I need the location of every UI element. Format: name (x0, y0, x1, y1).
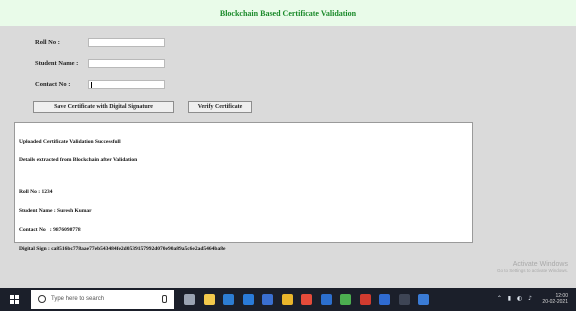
microphone-icon[interactable] (162, 295, 167, 303)
roll-no-field[interactable] (88, 38, 165, 47)
app-red2-icon[interactable] (359, 294, 371, 305)
window-header: Blockchain Based Certificate Validation (0, 0, 576, 26)
app-python-icon[interactable] (418, 294, 429, 305)
student-name-label: Student Name : (35, 60, 79, 67)
output-line: Uploaded Certificate Validation Successf… (19, 138, 121, 145)
clock-date: 20-02-2021 (542, 299, 568, 305)
text-cursor (91, 82, 92, 88)
output-line: Digital Sign : ca8516bc778aae77eb543484f… (19, 245, 226, 252)
app-title: Blockchain Based Certificate Validation (219, 9, 357, 18)
output-line: Details extracted from Blockchain after … (19, 157, 138, 164)
roll-no-label: Roll No : (35, 39, 60, 46)
contact-no-label: Contact No : (35, 81, 71, 88)
store-icon[interactable] (223, 294, 234, 305)
taskbar-search-box[interactable]: Type here to search (31, 290, 174, 309)
task-view-icon[interactable] (184, 294, 195, 305)
watermark-subtitle: Go to Settings to activate Windows. (496, 268, 568, 273)
file-explorer-icon[interactable] (203, 294, 215, 305)
output-line: Roll No : 1234 (19, 188, 53, 195)
contact-no-field[interactable] (88, 80, 165, 89)
output-line: Student Name : Suresh Kumar (19, 207, 92, 214)
student-name-field[interactable] (88, 59, 165, 68)
chrome-icon[interactable] (281, 294, 293, 305)
windows-start-icon[interactable] (10, 295, 19, 304)
taskbar: Type here to search ⌃ ▮ ◐ ♪ 12:00 20-02-… (0, 288, 576, 311)
edge-icon[interactable] (242, 294, 254, 305)
app-red-icon[interactable] (301, 294, 312, 305)
activate-windows-watermark: Activate Windows Go to Settings to activ… (497, 261, 568, 273)
system-clock[interactable]: 12:00 20-02-2021 (542, 293, 568, 305)
app-blue-icon[interactable] (320, 294, 332, 305)
app-blue2-icon[interactable] (379, 294, 390, 305)
output-text-area[interactable]: Uploaded Certificate Validation Successf… (14, 122, 473, 252)
app-dark-icon[interactable] (398, 294, 410, 305)
watermark-title: Activate Windows (512, 261, 568, 268)
mail-icon[interactable] (262, 294, 273, 305)
search-icon (38, 295, 46, 303)
output-line: Contact No : 9876098778 (19, 226, 81, 233)
verify-certificate-button[interactable]: Verify Certificate (188, 101, 252, 113)
save-certificate-button[interactable]: Save Certificate with Digital Signature (33, 101, 174, 113)
system-tray-icons[interactable]: ⌃ ▮ ◐ ♪ (497, 295, 534, 302)
search-placeholder: Type here to search (51, 296, 105, 302)
app-green-icon[interactable] (340, 294, 351, 305)
